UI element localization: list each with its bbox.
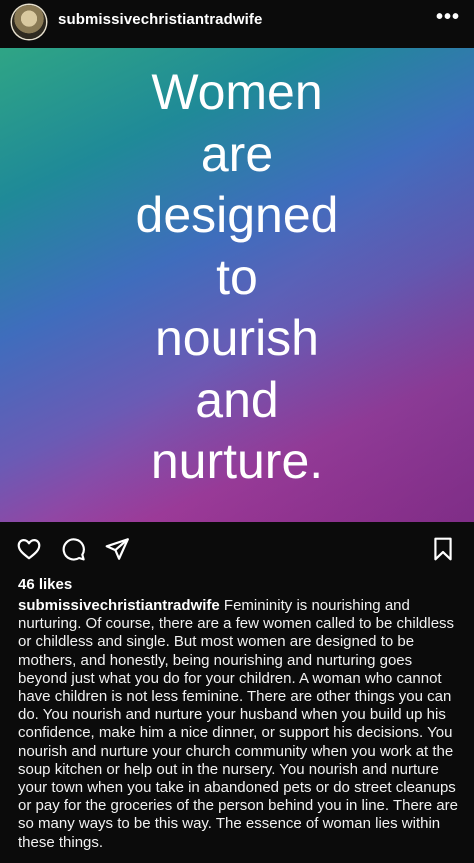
heart-icon[interactable] (16, 536, 42, 562)
share-icon[interactable] (104, 536, 130, 562)
bookmark-icon[interactable] (430, 536, 456, 562)
image-text-line: designed (135, 187, 339, 243)
caption-text: Femininity is nourishing and nurturing. … (18, 597, 458, 851)
image-quote: Women are designed to nourish and nurtur… (0, 62, 474, 493)
image-text-line: nurture. (150, 433, 324, 489)
username-link[interactable]: submissivechristiantradwife (58, 11, 262, 28)
image-text-line: nourish (155, 310, 319, 366)
post-header: submissivechristiantradwife ••• (0, 0, 474, 48)
caption-username[interactable]: submissivechristiantradwife (18, 597, 220, 614)
post-image[interactable]: Women are designed to nourish and nurtur… (0, 48, 474, 522)
post-caption: submissivechristiantradwife Femininity i… (18, 597, 464, 852)
more-options-icon[interactable]: ••• (436, 6, 460, 29)
likes-count[interactable]: 46 likes (18, 576, 72, 593)
action-bar (0, 522, 474, 574)
avatar[interactable] (12, 5, 46, 39)
image-text-line: and (195, 371, 279, 428)
image-text-line: to (216, 248, 258, 305)
comment-icon[interactable] (60, 536, 86, 562)
image-text-line: Women (151, 64, 323, 120)
image-text-line: are (200, 125, 274, 182)
